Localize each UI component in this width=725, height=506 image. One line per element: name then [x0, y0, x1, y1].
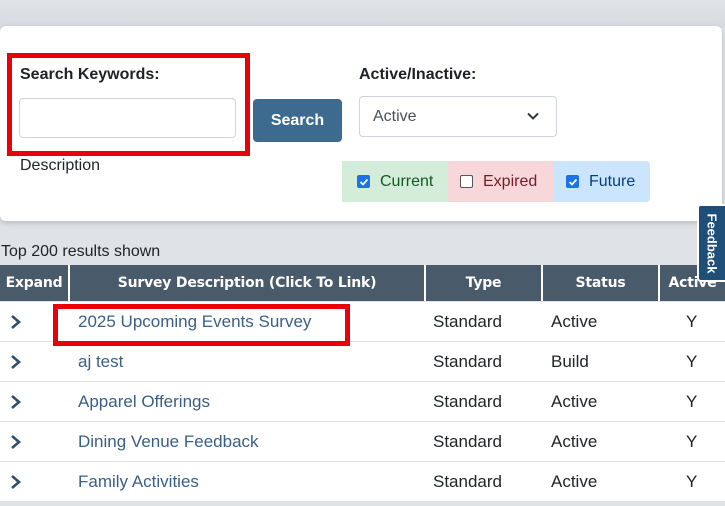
survey-status: Active — [551, 392, 598, 411]
active-inactive-select[interactable]: Active — [359, 96, 557, 137]
survey-status: Active — [551, 432, 598, 451]
survey-type: Standard — [433, 472, 502, 491]
current-checkbox[interactable] — [357, 175, 370, 188]
feedback-label: Feedback — [704, 213, 720, 273]
survey-active: Y — [686, 432, 698, 451]
expand-chevron-icon[interactable] — [9, 382, 23, 422]
survey-status: Active — [551, 472, 598, 491]
survey-type: Standard — [433, 352, 502, 371]
expired-checkbox[interactable] — [460, 175, 473, 188]
search-button[interactable]: Search — [253, 99, 342, 142]
survey-active: Y — [686, 352, 698, 371]
check-icon — [359, 178, 368, 186]
survey-link[interactable]: Dining Venue Feedback — [78, 422, 259, 462]
header-expand: Expand — [0, 265, 70, 301]
table-row: aj test Standard Build Y — [0, 342, 725, 382]
expired-label: Expired — [483, 172, 538, 190]
check-icon — [568, 178, 577, 186]
expand-chevron-icon[interactable] — [9, 302, 23, 342]
survey-type: Standard — [433, 432, 502, 451]
future-label: Future — [589, 172, 636, 190]
survey-status: Active — [551, 312, 598, 331]
survey-type: Standard — [433, 312, 502, 331]
survey-active: Y — [686, 312, 698, 331]
survey-link[interactable]: 2025 Upcoming Events Survey — [78, 302, 311, 342]
header-description[interactable]: Survey Description (Click To Link) — [70, 265, 426, 301]
chevron-down-icon — [527, 112, 539, 120]
future-checkbox[interactable] — [566, 175, 579, 188]
table-row: Apparel Offerings Standard Active Y — [0, 382, 725, 422]
expired-filter[interactable]: Expired — [448, 161, 554, 202]
expand-chevron-icon[interactable] — [9, 422, 23, 462]
feedback-tab[interactable]: Feedback — [697, 204, 725, 282]
current-label: Current — [380, 172, 434, 190]
header-type[interactable]: Type — [426, 265, 543, 301]
table-row: Dining Venue Feedback Standard Active Y — [0, 422, 725, 462]
table-header: Expand Survey Description (Click To Link… — [0, 265, 725, 301]
survey-status: Build — [551, 352, 589, 371]
future-filter[interactable]: Future — [554, 161, 650, 202]
active-inactive-label: Active/Inactive: — [359, 66, 477, 83]
expand-chevron-icon[interactable] — [9, 462, 23, 502]
survey-link[interactable]: Family Activities — [78, 462, 199, 502]
search-keywords-label: Search Keywords: — [20, 66, 160, 83]
survey-link[interactable]: Apparel Offerings — [78, 382, 210, 422]
table-row: Family Activities Standard Active Y — [0, 462, 725, 502]
table-row: 2025 Upcoming Events Survey Standard Activ… — [0, 302, 725, 342]
top-strip — [0, 0, 725, 28]
survey-link[interactable]: aj test — [78, 342, 123, 382]
results-count-note: Top 200 results shown — [1, 243, 161, 260]
survey-active: Y — [686, 472, 698, 491]
expand-chevron-icon[interactable] — [9, 342, 23, 382]
survey-active: Y — [686, 392, 698, 411]
active-inactive-value: Active — [373, 107, 417, 125]
survey-type: Standard — [433, 392, 502, 411]
search-input[interactable] — [19, 98, 236, 138]
current-filter[interactable]: Current — [342, 161, 448, 202]
description-label: Description — [20, 157, 101, 174]
header-status[interactable]: Status — [543, 265, 660, 301]
